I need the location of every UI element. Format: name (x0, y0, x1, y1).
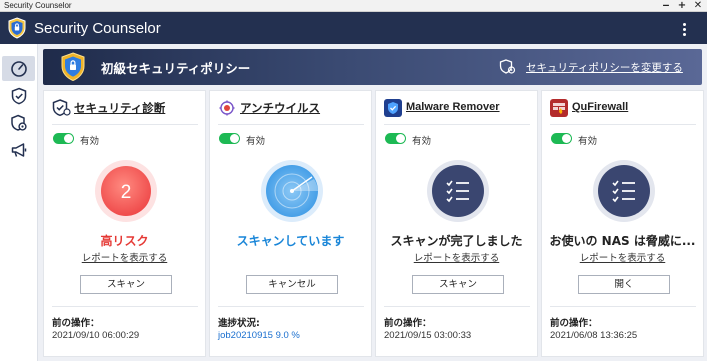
view-report-link[interactable]: レポートを表示する (542, 250, 703, 264)
status-text: 高リスク (100, 234, 149, 248)
window-controls: ‒ + ✕ (659, 0, 705, 12)
checklist-icon (593, 160, 655, 222)
card-title[interactable]: Malware Remover (406, 101, 500, 113)
policy-shield-icon (61, 52, 85, 82)
last-action-time: 2021/06/08 13:36:25 (550, 330, 638, 341)
qufirewall-icon (550, 99, 568, 117)
checklist-icon (427, 160, 489, 222)
divider (550, 306, 696, 307)
last-action-time: 2021/09/10 06:00:29 (52, 330, 140, 341)
policy-title: 初級セキュリティポリシー (101, 61, 251, 76)
maximize-button[interactable]: + (675, 0, 689, 12)
toggle-label: 有効 (80, 136, 100, 147)
app-logo-icon (8, 17, 26, 39)
minimize-button[interactable]: ‒ (659, 0, 673, 12)
app-title: Security Counselor (34, 19, 161, 37)
divider (218, 124, 364, 125)
open-button[interactable]: 開く (578, 275, 670, 294)
os-window-title: Security Counselor (4, 1, 72, 10)
scan-button[interactable]: スキャン (412, 275, 504, 294)
view-report-link[interactable]: レポートを表示する (376, 250, 537, 264)
toggle-label: 有効 (412, 136, 432, 147)
sidebar-item-policy-settings[interactable] (2, 110, 35, 135)
last-action-time: 2021/09/15 03:00:33 (384, 330, 472, 341)
cancel-button[interactable]: キャンセル (246, 275, 338, 294)
card-malware-remover: Malware Remover 有効 スキャンが完了しました レポートを表示する… (375, 90, 538, 357)
more-options-icon[interactable] (679, 20, 689, 38)
card-title[interactable]: アンチウイルス (240, 100, 320, 116)
shield-gear-icon (499, 59, 516, 74)
status-text: スキャンしています (236, 234, 345, 248)
close-button[interactable]: ✕ (691, 0, 705, 12)
divider (218, 306, 364, 307)
malware-remover-icon (384, 99, 402, 117)
card-title[interactable]: セキュリティ診断 (74, 100, 165, 116)
enable-toggle[interactable] (219, 133, 240, 144)
app-header: Security Counselor (0, 12, 707, 44)
divider (52, 124, 198, 125)
last-action-label: 前の操作： (52, 318, 100, 329)
divider (384, 124, 530, 125)
enable-toggle[interactable] (385, 133, 406, 144)
last-action-label: 前の操作： (384, 318, 432, 329)
enable-toggle[interactable] (551, 133, 572, 144)
last-action-label: 前の操作： (550, 318, 598, 329)
risk-count-value: 2 (121, 182, 132, 203)
antivirus-icon (219, 100, 235, 116)
shield-check-icon (11, 87, 26, 104)
enable-toggle[interactable] (53, 133, 74, 144)
card-security-checkup: セキュリティ診断 有効 2 高リスク レポートを表示する スキャン 前の操作： … (43, 90, 206, 357)
divider (52, 306, 198, 307)
sidebar-item-dashboard[interactable] (2, 56, 35, 81)
progress-value: job20210915 9.0 % (218, 330, 300, 341)
sidebar-item-security-check[interactable] (2, 83, 35, 108)
shield-gear-icon (10, 114, 27, 131)
policy-banner: 初級セキュリティポリシー セキュリティポリシーを変更する (43, 49, 702, 85)
app-window: Security Counselor ‒ + ✕ Security Counse… (0, 0, 707, 361)
view-report-link[interactable]: レポートを表示する (44, 250, 205, 264)
status-text: お使いの NAS は脅威に... (549, 234, 696, 248)
progress-label: 進捗状況: (218, 318, 260, 329)
status-text: スキャンが完了しました (390, 234, 523, 248)
divider (384, 306, 530, 307)
megaphone-icon (11, 142, 26, 157)
os-title-bar: Security Counselor ‒ + ✕ (0, 0, 707, 12)
scan-button[interactable]: スキャン (80, 275, 172, 294)
divider (550, 124, 696, 125)
risk-count-gauge: 2 (95, 160, 157, 222)
shield-check-icon (52, 99, 71, 117)
sidebar-item-announcements[interactable] (2, 137, 35, 162)
card-qufirewall: QuFirewall 有効 お使いの NAS は脅威に... レポートを表示する… (541, 90, 704, 357)
scan-radar-icon (261, 160, 323, 222)
toggle-label: 有効 (578, 136, 598, 147)
dashboard-gauge-icon (10, 60, 27, 77)
card-title[interactable]: QuFirewall (572, 101, 628, 113)
change-policy-link[interactable]: セキュリティポリシーを変更する (526, 60, 683, 75)
card-antivirus: アンチウイルス 有効 スキャンしています キャンセル 進捗状況: job2021… (209, 90, 372, 357)
sidebar (0, 44, 38, 361)
toggle-label: 有効 (246, 136, 266, 147)
